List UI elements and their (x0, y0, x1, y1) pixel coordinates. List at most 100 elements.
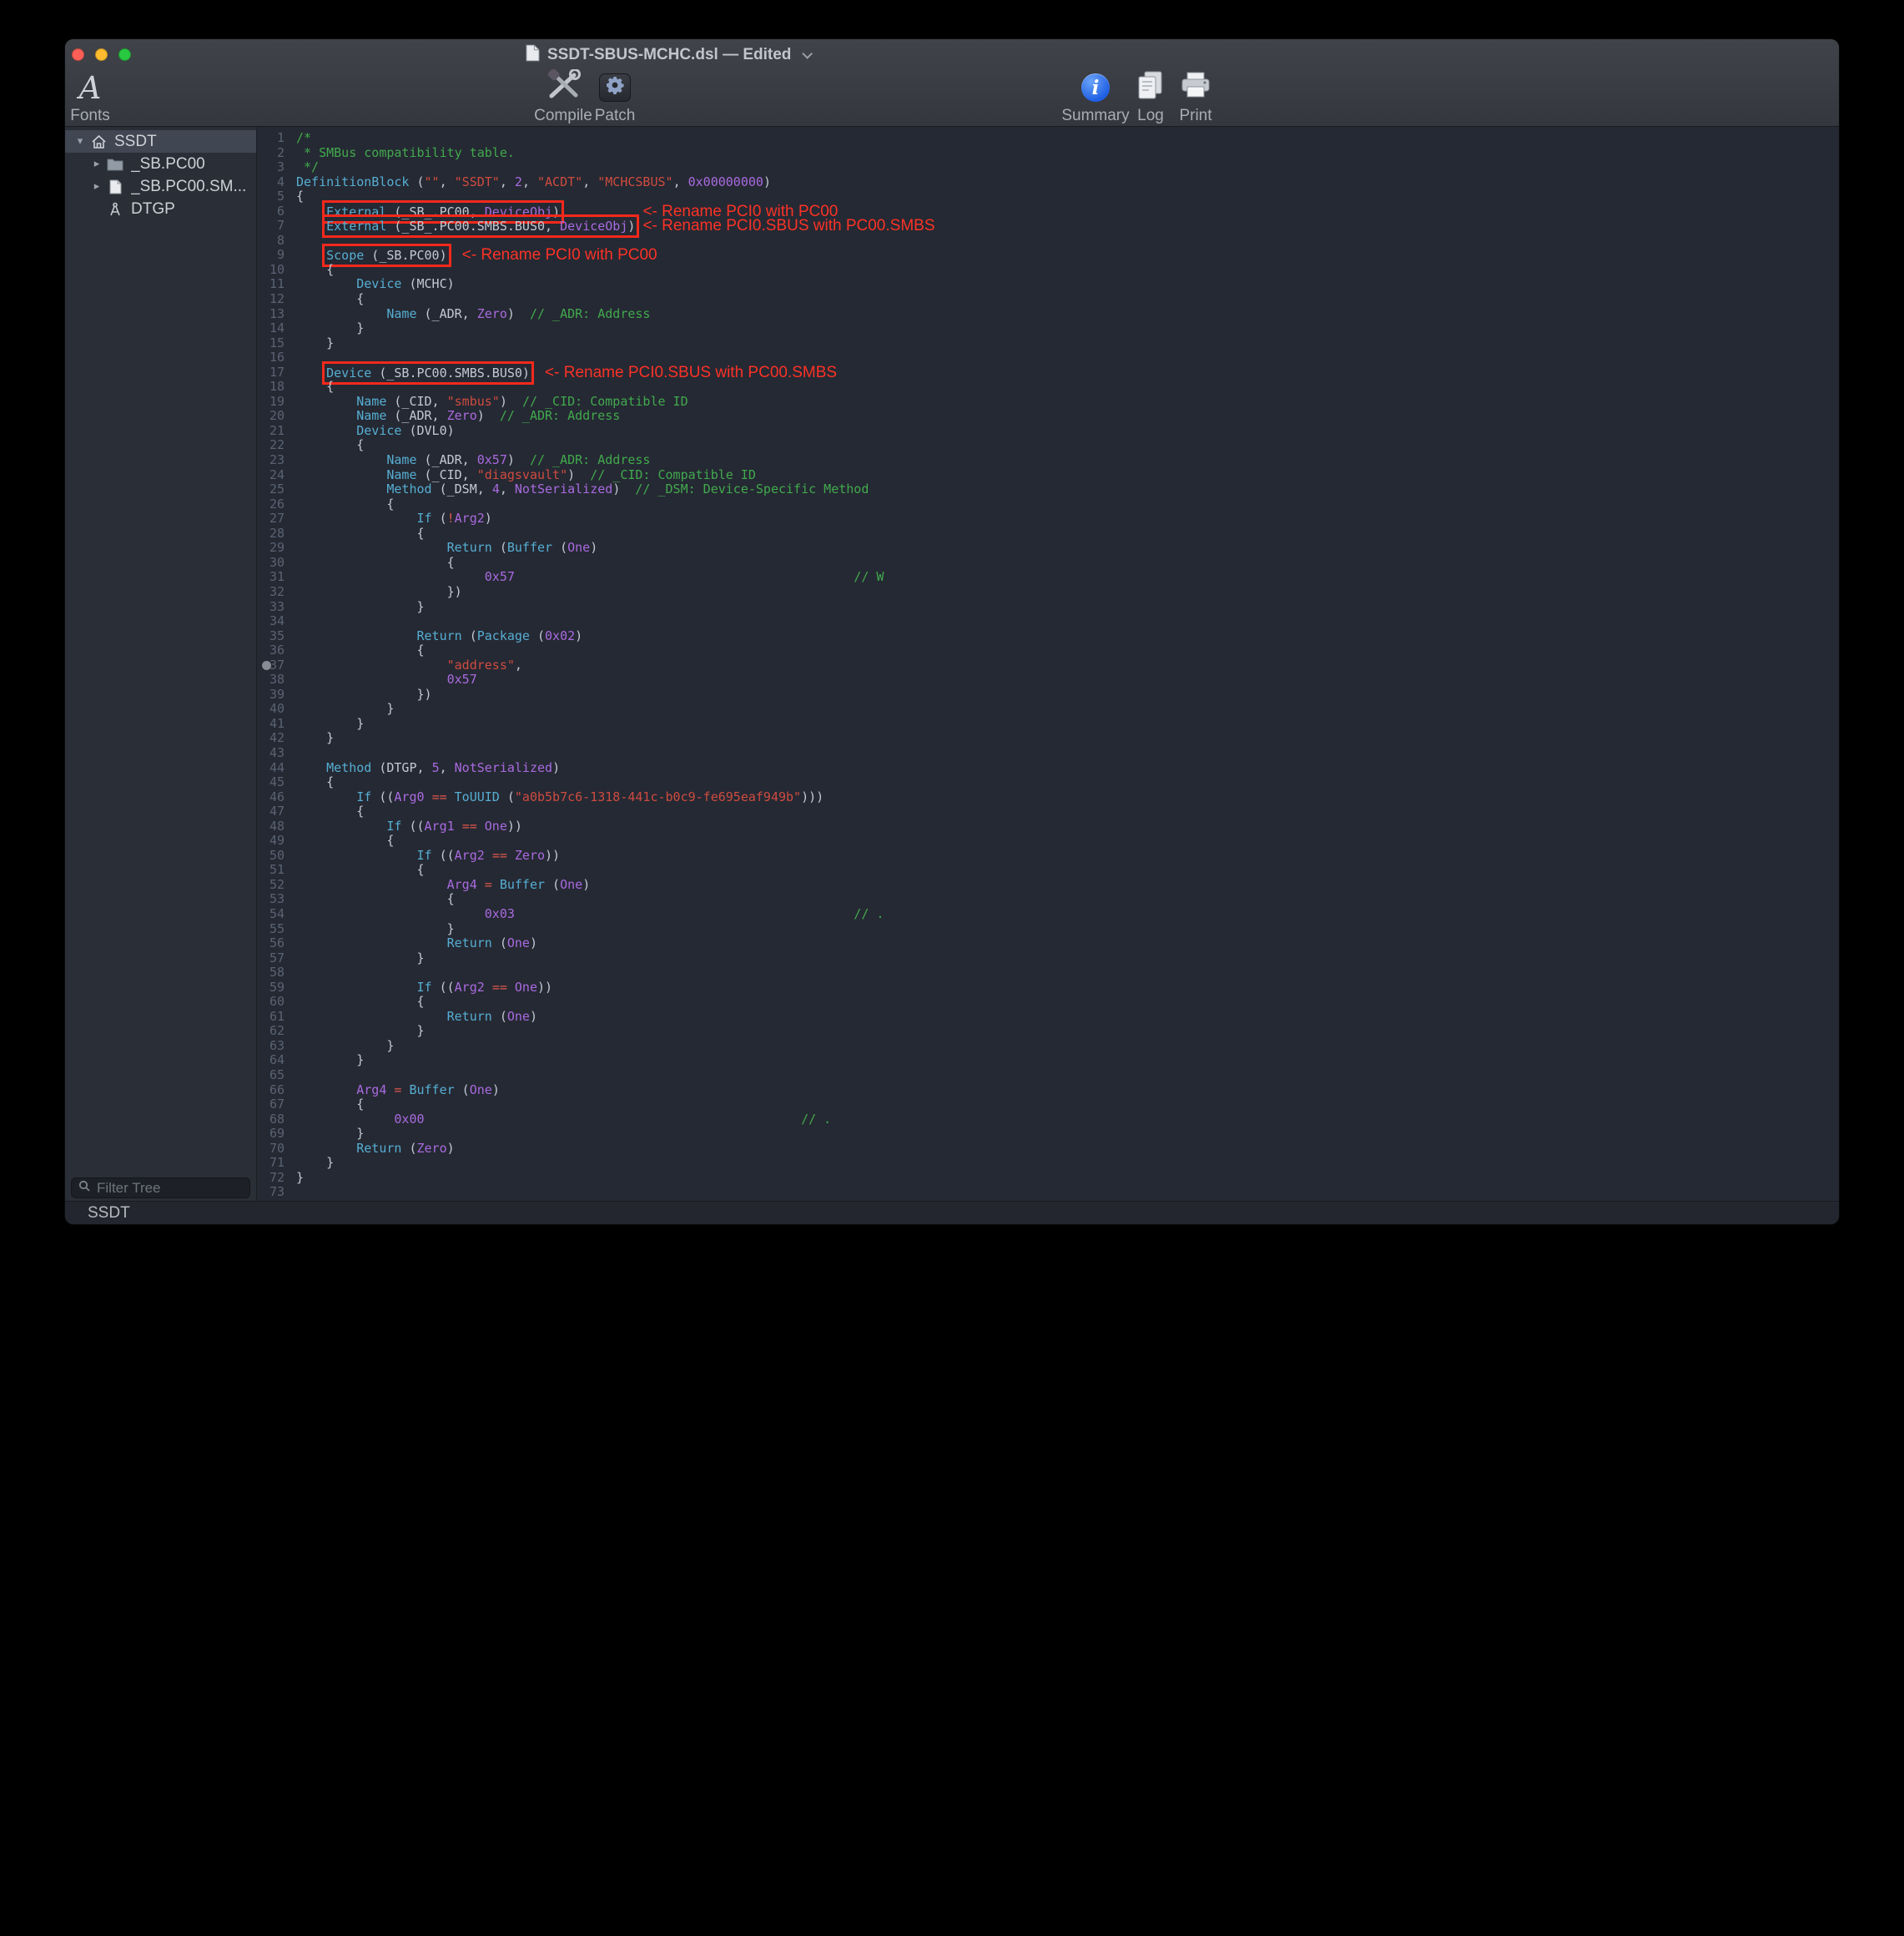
code-line-content: { (290, 1097, 364, 1112)
code-line: 57 } (257, 951, 1839, 966)
code-line-content: Name (_ADR, 0x57) // _ADR: Address (290, 453, 650, 468)
line-number: 34 (257, 614, 290, 629)
line-number: 5 (257, 189, 290, 204)
close-button[interactable] (72, 48, 84, 61)
line-number: 33 (257, 600, 290, 615)
code-line: 51 { (257, 863, 1839, 878)
filter-tree-field[interactable] (71, 1177, 250, 1198)
code-line: 72} (257, 1171, 1839, 1186)
code-line-content: { (290, 292, 364, 307)
disclosure-icon[interactable]: ▾ (72, 135, 88, 148)
line-number: 68 (257, 1112, 290, 1127)
code-line-content: 0x00 // . (290, 1112, 831, 1127)
line-number: 45 (257, 775, 290, 790)
code-line: 29 Return (Buffer (One) (257, 541, 1839, 556)
print-button[interactable]: Print (1158, 71, 1233, 125)
code-line: 6 External (_SB_.PC00, DeviceObj) <- Ren… (257, 204, 1839, 219)
annotation-note: <- Rename PCI0.SBUS with PC00.SMBS (642, 217, 934, 234)
code-line-content: Return (Package (0x02) (290, 629, 582, 644)
code-line-content: Return (One) (290, 1010, 537, 1025)
code-line: 52 Arg4 = Buffer (One) (257, 878, 1839, 893)
folder-icon (105, 158, 125, 171)
code-line-content: Return (One) (290, 936, 537, 951)
bookmark-dot (262, 661, 271, 670)
code-line: 68 0x00 // . (257, 1112, 1839, 1127)
code-line: 28 { (257, 527, 1839, 542)
info-icon: i (1081, 73, 1110, 102)
line-number: 7 (257, 219, 290, 234)
code-line: 53 { (257, 892, 1839, 907)
line-number: 55 (257, 922, 290, 937)
sidebar-item-sb-pc00[interactable]: ▸ _SB.PC00 (65, 153, 256, 175)
code-line-content: { (290, 804, 364, 819)
filter-input[interactable] (95, 1179, 283, 1197)
fonts-button[interactable]: A Fonts (65, 71, 128, 125)
code-line: 37 "address", (257, 658, 1839, 673)
line-number: 11 (257, 277, 290, 292)
code-line-content: { (290, 263, 334, 278)
code-line-content: Device (_SB.PC00.SMBS.BUS0) <- Rename PC… (290, 366, 837, 381)
code-line-content: } (290, 1039, 394, 1054)
code-line: 3 */ (257, 160, 1839, 175)
code-line: 14 } (257, 321, 1839, 336)
code-line: 48 If ((Arg1 == One)) (257, 819, 1839, 834)
line-number: 53 (257, 892, 290, 907)
code-line-content: } (290, 321, 364, 336)
line-number: 65 (257, 1068, 290, 1083)
disclosure-icon[interactable]: ▸ (88, 180, 105, 193)
line-number: 22 (257, 438, 290, 453)
code-line-content: { (290, 775, 334, 790)
code-line: 43 (257, 746, 1839, 761)
code-line-content: { (290, 527, 425, 542)
code-line-content: If ((Arg2 == Zero)) (290, 849, 560, 864)
code-line-content: { (290, 189, 304, 204)
code-line: 50 If ((Arg2 == Zero)) (257, 849, 1839, 864)
line-number: 72 (257, 1171, 290, 1186)
line-number: 59 (257, 981, 290, 996)
code-line: 22 { (257, 438, 1839, 453)
toolbar-label: Print (1179, 107, 1211, 125)
gear-icon (605, 75, 625, 100)
line-number: 19 (257, 395, 290, 410)
code-line: 24 Name (_CID, "diagsvault") // _CID: Co… (257, 468, 1839, 483)
line-number: 41 (257, 717, 290, 732)
minimize-button[interactable] (95, 48, 108, 61)
sidebar-item-label: _SB.PC00 (131, 155, 205, 174)
line-number: 62 (257, 1024, 290, 1039)
line-number: 46 (257, 790, 290, 805)
line-number: 25 (257, 482, 290, 497)
code-line-content: } (290, 1053, 364, 1068)
code-line: 46 If ((Arg0 == ToUUID ("a0b5b7c6-1318-4… (257, 790, 1839, 805)
line-number: 67 (257, 1097, 290, 1112)
line-number: 50 (257, 849, 290, 864)
line-number: 40 (257, 702, 290, 717)
line-number: 8 (257, 234, 290, 249)
code-line: 63 } (257, 1039, 1839, 1054)
code-line-content: } (290, 731, 334, 746)
code-line: 56 Return (One) (257, 936, 1839, 951)
line-number: 73 (257, 1185, 290, 1200)
method-icon (105, 202, 125, 217)
code-line-content: External (_SB_.PC00.SMBS.BUS0, DeviceObj… (290, 219, 935, 234)
code-line-content: Scope (_SB.PC00) <- Rename PCI0 with PC0… (290, 248, 657, 263)
zoom-button[interactable] (118, 48, 131, 61)
code-line: 61 Return (One) (257, 1010, 1839, 1025)
disclosure-icon[interactable]: ▸ (88, 158, 105, 170)
line-number: 56 (257, 936, 290, 951)
sidebar-item-ssdt[interactable]: ▾SSDT (65, 130, 256, 153)
chevron-down-icon[interactable] (803, 48, 813, 59)
patch-button[interactable]: Patch (577, 71, 652, 125)
code-line-content: { (290, 380, 334, 395)
code-line: 13 Name (_ADR, Zero) // _ADR: Address (257, 307, 1839, 322)
code-line-content: } (290, 951, 425, 966)
code-line: 17 Device (_SB.PC00.SMBS.BUS0) <- Rename… (257, 366, 1839, 381)
code-line-content: Device (DVL0) (290, 424, 455, 439)
line-number: 49 (257, 834, 290, 849)
code-line: 12 { (257, 292, 1839, 307)
code-line: 9 Scope (_SB.PC00) <- Rename PCI0 with P… (257, 248, 1839, 263)
code-line: 10 { (257, 263, 1839, 278)
sidebar-item-sb-pc00-sm[interactable]: ▸_SB.PC00.SM... (65, 175, 256, 198)
code-editor[interactable]: 1/*2 * SMBus compatibility table.3 */4De… (257, 127, 1839, 1201)
sidebar-item-dtgp[interactable]: DTGP (65, 198, 256, 220)
line-number: 61 (257, 1010, 290, 1025)
